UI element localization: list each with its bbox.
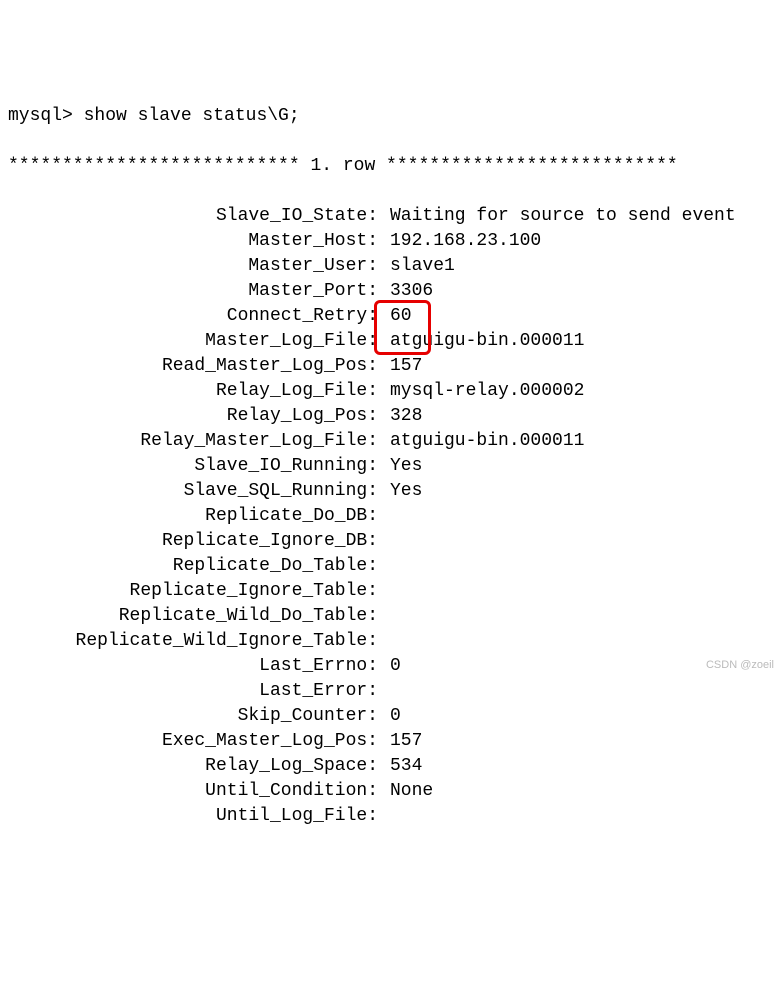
mysql-prompt: mysql> show slave status\G;: [8, 104, 776, 129]
status-label: Relay_Log_Pos:: [8, 404, 378, 429]
status-value: slave1: [378, 254, 455, 279]
status-row: Relay_Log_Pos:328: [8, 404, 776, 429]
status-row: Relay_Log_File:mysql-relay.000002: [8, 379, 776, 404]
status-row: Replicate_Ignore_Table:: [8, 579, 776, 604]
status-row: Master_User:slave1: [8, 254, 776, 279]
status-label: Exec_Master_Log_Pos:: [8, 729, 378, 754]
status-fields: Slave_IO_State:Waiting for source to sen…: [8, 204, 776, 829]
status-label: Relay_Log_File:: [8, 379, 378, 404]
status-label: Master_Host:: [8, 229, 378, 254]
status-row: Slave_IO_State:Waiting for source to sen…: [8, 204, 776, 229]
status-row: Replicate_Do_DB:: [8, 504, 776, 529]
status-value: 0: [378, 704, 401, 729]
status-value: [378, 579, 390, 604]
status-value: [378, 629, 390, 654]
status-value: Waiting for source to send event: [378, 204, 736, 229]
status-label: Relay_Master_Log_File:: [8, 429, 378, 454]
status-value: Yes: [378, 479, 422, 504]
status-label: Until_Condition:: [8, 779, 378, 804]
status-row: Replicate_Do_Table:: [8, 554, 776, 579]
status-label: Replicate_Wild_Ignore_Table:: [8, 629, 378, 654]
status-label: Skip_Counter:: [8, 704, 378, 729]
status-value: atguigu-bin.000011: [378, 329, 584, 354]
status-value: [378, 679, 390, 704]
status-label: Master_Port:: [8, 279, 378, 304]
status-label: Slave_IO_Running:: [8, 454, 378, 479]
status-label: Until_Log_File:: [8, 804, 378, 829]
status-row: Master_Log_File:atguigu-bin.000011: [8, 329, 776, 354]
status-label: Master_Log_File:: [8, 329, 378, 354]
status-row: Exec_Master_Log_Pos:157: [8, 729, 776, 754]
status-value: None: [378, 779, 433, 804]
status-label: Master_User:: [8, 254, 378, 279]
status-row: Replicate_Wild_Ignore_Table:: [8, 629, 776, 654]
status-value: 328: [378, 404, 422, 429]
status-value: Yes: [378, 454, 422, 479]
status-label: Slave_SQL_Running:: [8, 479, 378, 504]
status-row: Relay_Master_Log_File:atguigu-bin.000011: [8, 429, 776, 454]
status-row: Replicate_Ignore_DB:: [8, 529, 776, 554]
status-row: Skip_Counter:0: [8, 704, 776, 729]
status-label: Replicate_Do_DB:: [8, 504, 378, 529]
watermark: CSDN @zoeil: [706, 653, 774, 678]
status-row: Connect_Retry:60: [8, 304, 776, 329]
status-row: Read_Master_Log_Pos:157: [8, 354, 776, 379]
status-row: Last_Error:: [8, 679, 776, 704]
status-row: Last_Errno:0: [8, 654, 776, 679]
status-value: 0: [378, 654, 401, 679]
status-value: 192.168.23.100: [378, 229, 541, 254]
status-row: Master_Port:3306: [8, 279, 776, 304]
status-value: [378, 604, 390, 629]
status-value: [378, 529, 390, 554]
status-value: 534: [378, 754, 422, 779]
status-row: Slave_IO_Running:Yes: [8, 454, 776, 479]
status-label: Replicate_Ignore_Table:: [8, 579, 378, 604]
status-label: Replicate_Ignore_DB:: [8, 529, 378, 554]
status-label: Connect_Retry:: [8, 304, 378, 329]
status-value: [378, 554, 390, 579]
status-row: Replicate_Wild_Do_Table:: [8, 604, 776, 629]
status-value: mysql-relay.000002: [378, 379, 584, 404]
status-value: 3306: [378, 279, 433, 304]
status-label: Last_Errno:: [8, 654, 378, 679]
status-label: Replicate_Wild_Do_Table:: [8, 604, 378, 629]
status-label: Slave_IO_State:: [8, 204, 378, 229]
status-value: [378, 804, 390, 829]
status-row: Until_Condition:None: [8, 779, 776, 804]
status-row: Slave_SQL_Running:Yes: [8, 479, 776, 504]
status-row: Until_Log_File:: [8, 804, 776, 829]
status-value: 60: [378, 304, 412, 329]
row-header: *************************** 1. row *****…: [8, 154, 776, 179]
status-value: 157: [378, 729, 422, 754]
status-label: Replicate_Do_Table:: [8, 554, 378, 579]
status-label: Last_Error:: [8, 679, 378, 704]
status-row: Master_Host:192.168.23.100: [8, 229, 776, 254]
status-value: atguigu-bin.000011: [378, 429, 584, 454]
status-value: [378, 504, 390, 529]
status-label: Relay_Log_Space:: [8, 754, 378, 779]
status-value: 157: [378, 354, 422, 379]
status-label: Read_Master_Log_Pos:: [8, 354, 378, 379]
status-row: Relay_Log_Space:534: [8, 754, 776, 779]
